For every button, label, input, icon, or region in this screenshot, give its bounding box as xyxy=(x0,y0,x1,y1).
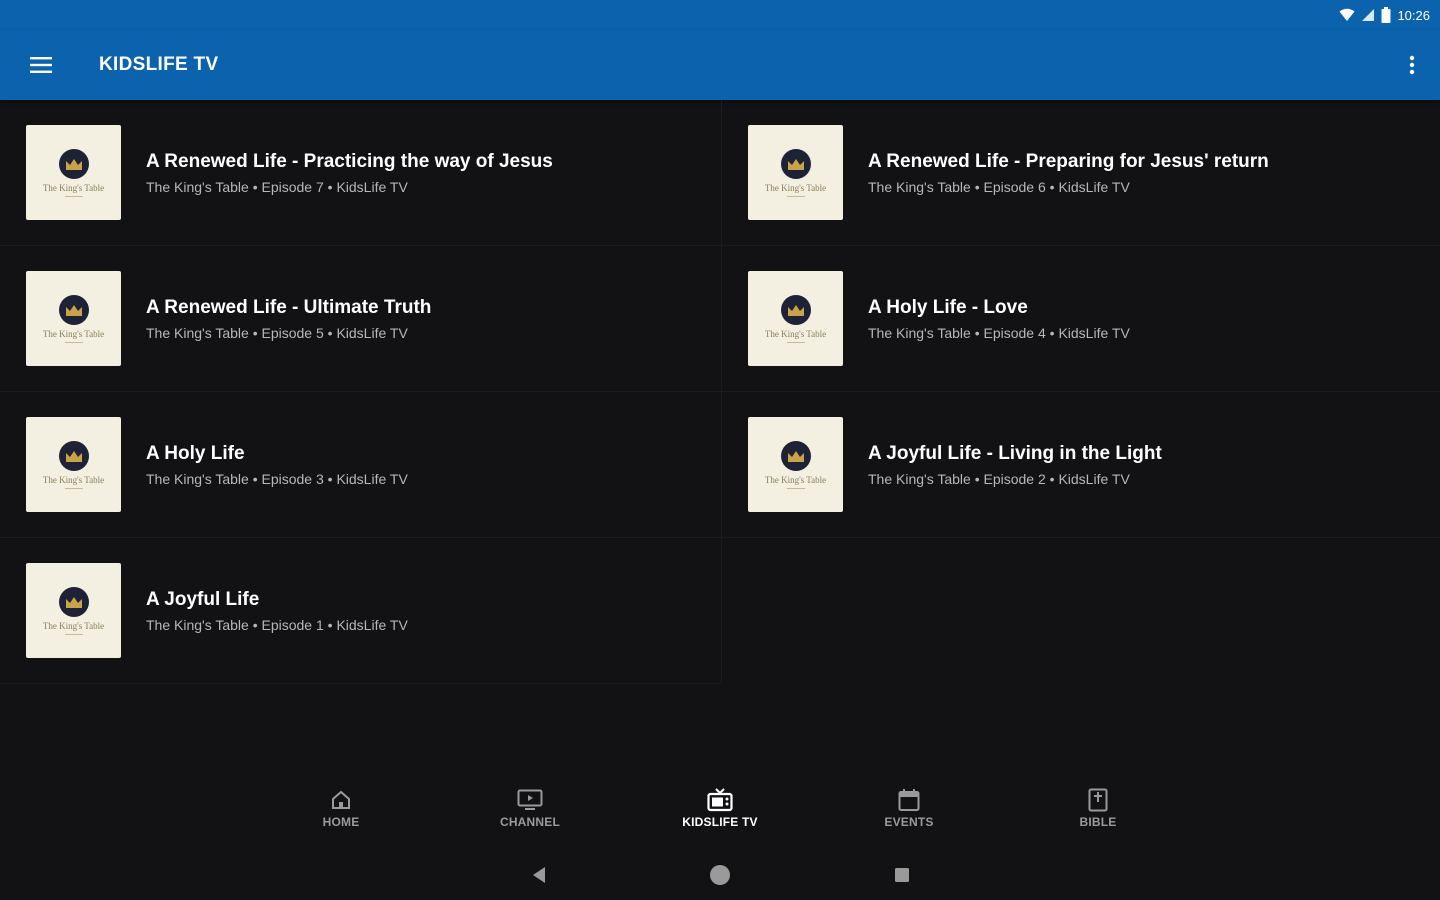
episode-subtitle: The King's Table • Episode 6 • KidsLife … xyxy=(868,178,1130,195)
episode-thumbnail: The King's Table xyxy=(26,417,121,512)
bottom-navigation: HOME CHANNEL KIDSLIFE TV EVENTS BIBLE xyxy=(0,785,1440,845)
episode-title: A Joyful Life - Living in the Light xyxy=(868,442,1162,464)
battery-icon xyxy=(1381,7,1391,23)
system-navigation xyxy=(0,855,1440,895)
back-icon[interactable] xyxy=(523,859,555,891)
thumbnail-brand: The King's Table xyxy=(764,328,827,339)
episode-subtitle: The King's Table • Episode 2 • KidsLife … xyxy=(868,470,1130,487)
tab-label: EVENTS xyxy=(884,815,934,829)
thumbnail-brand: The King's Table xyxy=(42,620,105,631)
episode-subtitle: The King's Table • Episode 5 • KidsLife … xyxy=(146,324,408,341)
crown-icon xyxy=(58,440,89,471)
crown-icon xyxy=(58,148,89,179)
episode-title: A Renewed Life - Preparing for Jesus' re… xyxy=(868,150,1269,172)
tab-kidslife-tv[interactable]: KIDSLIFE TV xyxy=(660,785,780,845)
thumbnail-divider xyxy=(786,195,805,197)
crown-icon xyxy=(780,148,811,179)
crown-icon xyxy=(58,294,89,325)
episode-subtitle: The King's Table • Episode 4 • KidsLife … xyxy=(868,324,1130,341)
episode-thumbnail: The King's Table xyxy=(748,271,843,366)
tab-bible[interactable]: BIBLE xyxy=(1038,785,1158,845)
calendar-icon xyxy=(898,785,920,815)
crown-icon xyxy=(58,586,89,617)
thumbnail-divider xyxy=(64,341,83,343)
thumbnail-divider xyxy=(64,633,83,635)
channel-icon xyxy=(517,785,543,815)
episode-card[interactable]: The King's Table A Joyful Life - Living … xyxy=(722,392,1440,538)
episode-thumbnail: The King's Table xyxy=(26,125,121,220)
crown-icon xyxy=(780,294,811,325)
thumbnail-divider xyxy=(786,487,805,489)
home-icon xyxy=(331,785,351,815)
thumbnail-divider xyxy=(786,341,805,343)
episode-card[interactable]: The King's Table A Holy Life - Love The … xyxy=(722,246,1440,392)
episode-subtitle: The King's Table • Episode 1 • KidsLife … xyxy=(146,616,408,633)
recents-icon[interactable] xyxy=(886,859,918,891)
app-title: KIDSLIFE TV xyxy=(99,54,219,75)
crown-icon xyxy=(780,440,811,471)
episode-card[interactable]: The King's Table A Renewed Life - Prepar… xyxy=(722,100,1440,246)
thumbnail-divider xyxy=(64,487,83,489)
tab-label: BIBLE xyxy=(1079,815,1117,829)
thumbnail-brand: The King's Table xyxy=(764,182,827,193)
episode-title: A Holy Life xyxy=(146,442,245,464)
episode-subtitle: The King's Table • Episode 7 • KidsLife … xyxy=(146,178,408,195)
tab-home[interactable]: HOME xyxy=(281,785,401,845)
episode-subtitle: The King's Table • Episode 3 • KidsLife … xyxy=(146,470,408,487)
app-bar: KIDSLIFE TV xyxy=(0,30,1440,100)
tv-icon xyxy=(707,785,733,815)
episode-card[interactable]: The King's Table A Holy Life The King's … xyxy=(0,392,722,538)
episode-thumbnail: The King's Table xyxy=(26,563,121,658)
signal-icon xyxy=(1362,9,1375,21)
thumbnail-brand: The King's Table xyxy=(42,182,105,193)
wifi-icon xyxy=(1339,8,1355,21)
episode-title: A Joyful Life xyxy=(146,588,260,610)
episode-title: A Renewed Life - Practicing the way of J… xyxy=(146,150,553,172)
tab-label: HOME xyxy=(322,815,360,829)
episode-title: A Holy Life - Love xyxy=(868,296,1028,318)
episode-thumbnail: The King's Table xyxy=(26,271,121,366)
tab-label: KIDSLIFE TV xyxy=(682,815,758,829)
episode-card[interactable]: The King's Table A Renewed Life - Ultima… xyxy=(0,246,722,392)
tab-label: CHANNEL xyxy=(499,815,561,829)
thumbnail-brand: The King's Table xyxy=(42,474,105,485)
status-bar: 10:26 xyxy=(0,0,1440,30)
status-time: 10:26 xyxy=(1397,7,1430,23)
episode-card[interactable]: The King's Table A Joyful Life The King'… xyxy=(0,538,722,684)
episode-grid: The King's Table A Renewed Life - Practi… xyxy=(0,100,1440,684)
thumbnail-divider xyxy=(64,195,83,197)
hamburger-menu-icon[interactable] xyxy=(0,30,82,100)
thumbnail-brand: The King's Table xyxy=(764,474,827,485)
bible-icon xyxy=(1088,785,1108,815)
thumbnail-brand: The King's Table xyxy=(42,328,105,339)
more-vert-icon[interactable] xyxy=(1384,30,1440,100)
episode-card[interactable]: The King's Table A Renewed Life - Practi… xyxy=(0,100,722,246)
episode-thumbnail: The King's Table xyxy=(748,417,843,512)
episode-title: A Renewed Life - Ultimate Truth xyxy=(146,296,432,318)
episode-thumbnail: The King's Table xyxy=(748,125,843,220)
home-circle-icon[interactable] xyxy=(704,859,736,891)
tab-events[interactable]: EVENTS xyxy=(849,785,969,845)
tab-channel[interactable]: CHANNEL xyxy=(470,785,590,845)
